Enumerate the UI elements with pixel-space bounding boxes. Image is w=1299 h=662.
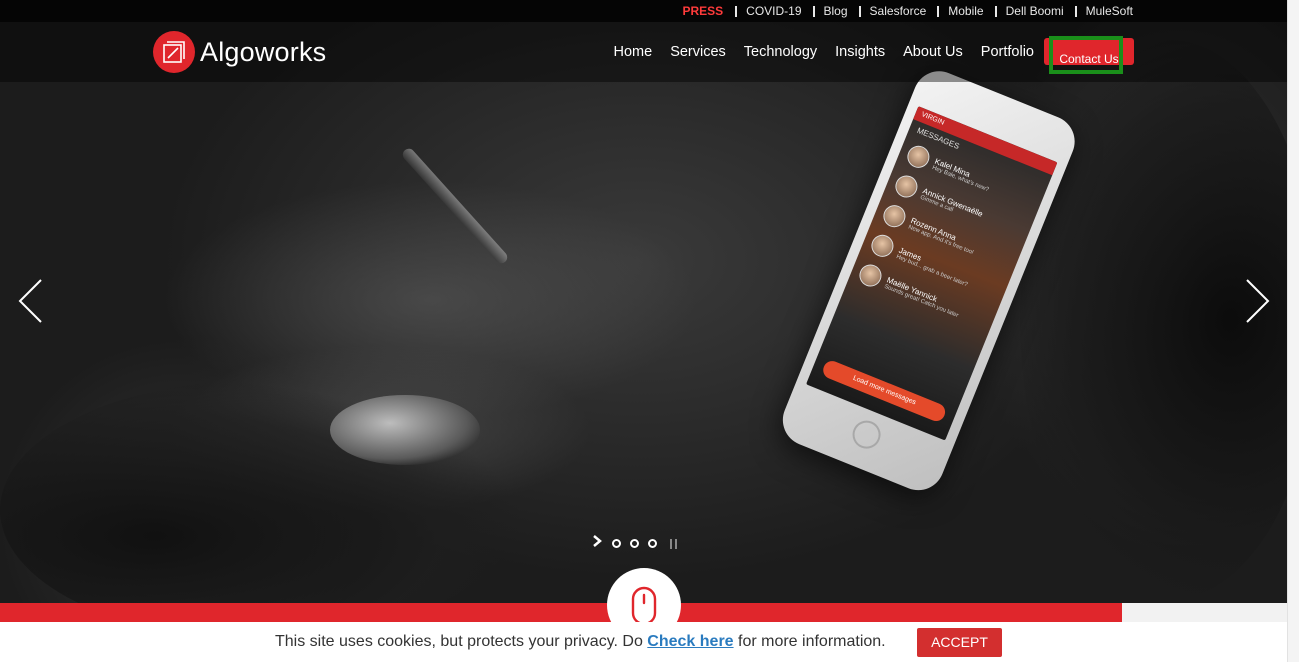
nav-about-us[interactable]: About Us <box>903 44 963 60</box>
top-link-salesforce[interactable]: Salesforce <box>858 5 938 17</box>
mouse-icon <box>631 586 657 626</box>
cookie-text-before: This site uses cookies, but protects you… <box>275 633 648 650</box>
top-link-mobile[interactable]: Mobile <box>937 5 994 17</box>
nav-technology[interactable]: Technology <box>744 44 817 60</box>
scrollbar[interactable] <box>1287 0 1299 662</box>
press-link[interactable]: PRESS <box>682 4 723 18</box>
contact-us-button[interactable]: Contact Us <box>1044 38 1134 66</box>
top-link-blog[interactable]: Blog <box>812 5 859 17</box>
avatar <box>856 261 885 290</box>
slider-dot[interactable] <box>612 539 621 548</box>
slider-dot[interactable] <box>648 539 657 548</box>
top-link-dell-boomi[interactable]: Dell Boomi <box>994 5 1075 17</box>
nav-home[interactable]: Home <box>614 44 653 60</box>
phone-screen: VIRGIN MESSAGES Kalel Mina Hey Bale, what… <box>806 106 1058 441</box>
pause-icon[interactable] <box>670 538 680 549</box>
slider-dot[interactable] <box>630 539 639 548</box>
avatar <box>880 201 909 231</box>
cookie-check-here-link[interactable]: Check here <box>647 633 733 650</box>
avatar <box>892 172 921 201</box>
main-header: Algoworks Home Services Technology Insig… <box>0 22 1287 82</box>
top-link-mulesoft[interactable]: MuleSoft <box>1074 5 1133 17</box>
hero-stick <box>400 146 510 266</box>
hero-stone <box>330 395 480 465</box>
main-nav: Home Services Technology Insights About … <box>596 44 1035 60</box>
nav-services[interactable]: Services <box>670 44 726 60</box>
logo[interactable]: Algoworks <box>153 31 326 73</box>
chevron-right-icon[interactable] <box>591 534 603 553</box>
cookie-message: This site uses cookies, but protects you… <box>275 633 886 651</box>
top-links: PRESS COVID-19 Blog Salesforce Mobile De… <box>682 0 1133 22</box>
top-link-covid[interactable]: COVID-19 <box>735 5 812 17</box>
red-band <box>0 603 1140 622</box>
logo-icon <box>153 31 195 73</box>
top-utility-bar: PRESS COVID-19 Blog Salesforce Mobile De… <box>0 0 1287 22</box>
phone-home-button <box>848 416 885 453</box>
slider-prev-arrow[interactable] <box>16 278 46 329</box>
nav-insights[interactable]: Insights <box>835 44 885 60</box>
slider-controls <box>591 534 680 553</box>
accept-cookies-button[interactable]: ACCEPT <box>917 628 1002 657</box>
hero-banner: VIRGIN MESSAGES Kalel Mina Hey Bale, what… <box>0 0 1287 640</box>
avatar <box>868 231 897 261</box>
page: VIRGIN MESSAGES Kalel Mina Hey Bale, what… <box>0 0 1287 662</box>
cookie-text-after: for more information. <box>733 633 886 650</box>
slider-next-arrow[interactable] <box>1242 278 1272 329</box>
phone-load-more: Load more messages <box>820 358 948 424</box>
grey-band <box>1122 603 1287 622</box>
contact-us-label: Contact Us <box>1059 52 1119 66</box>
cookie-banner: This site uses cookies, but protects you… <box>0 622 1287 662</box>
logo-text: Algoworks <box>200 36 327 67</box>
avatar <box>904 142 933 172</box>
nav-portfolio[interactable]: Portfolio <box>981 44 1034 60</box>
